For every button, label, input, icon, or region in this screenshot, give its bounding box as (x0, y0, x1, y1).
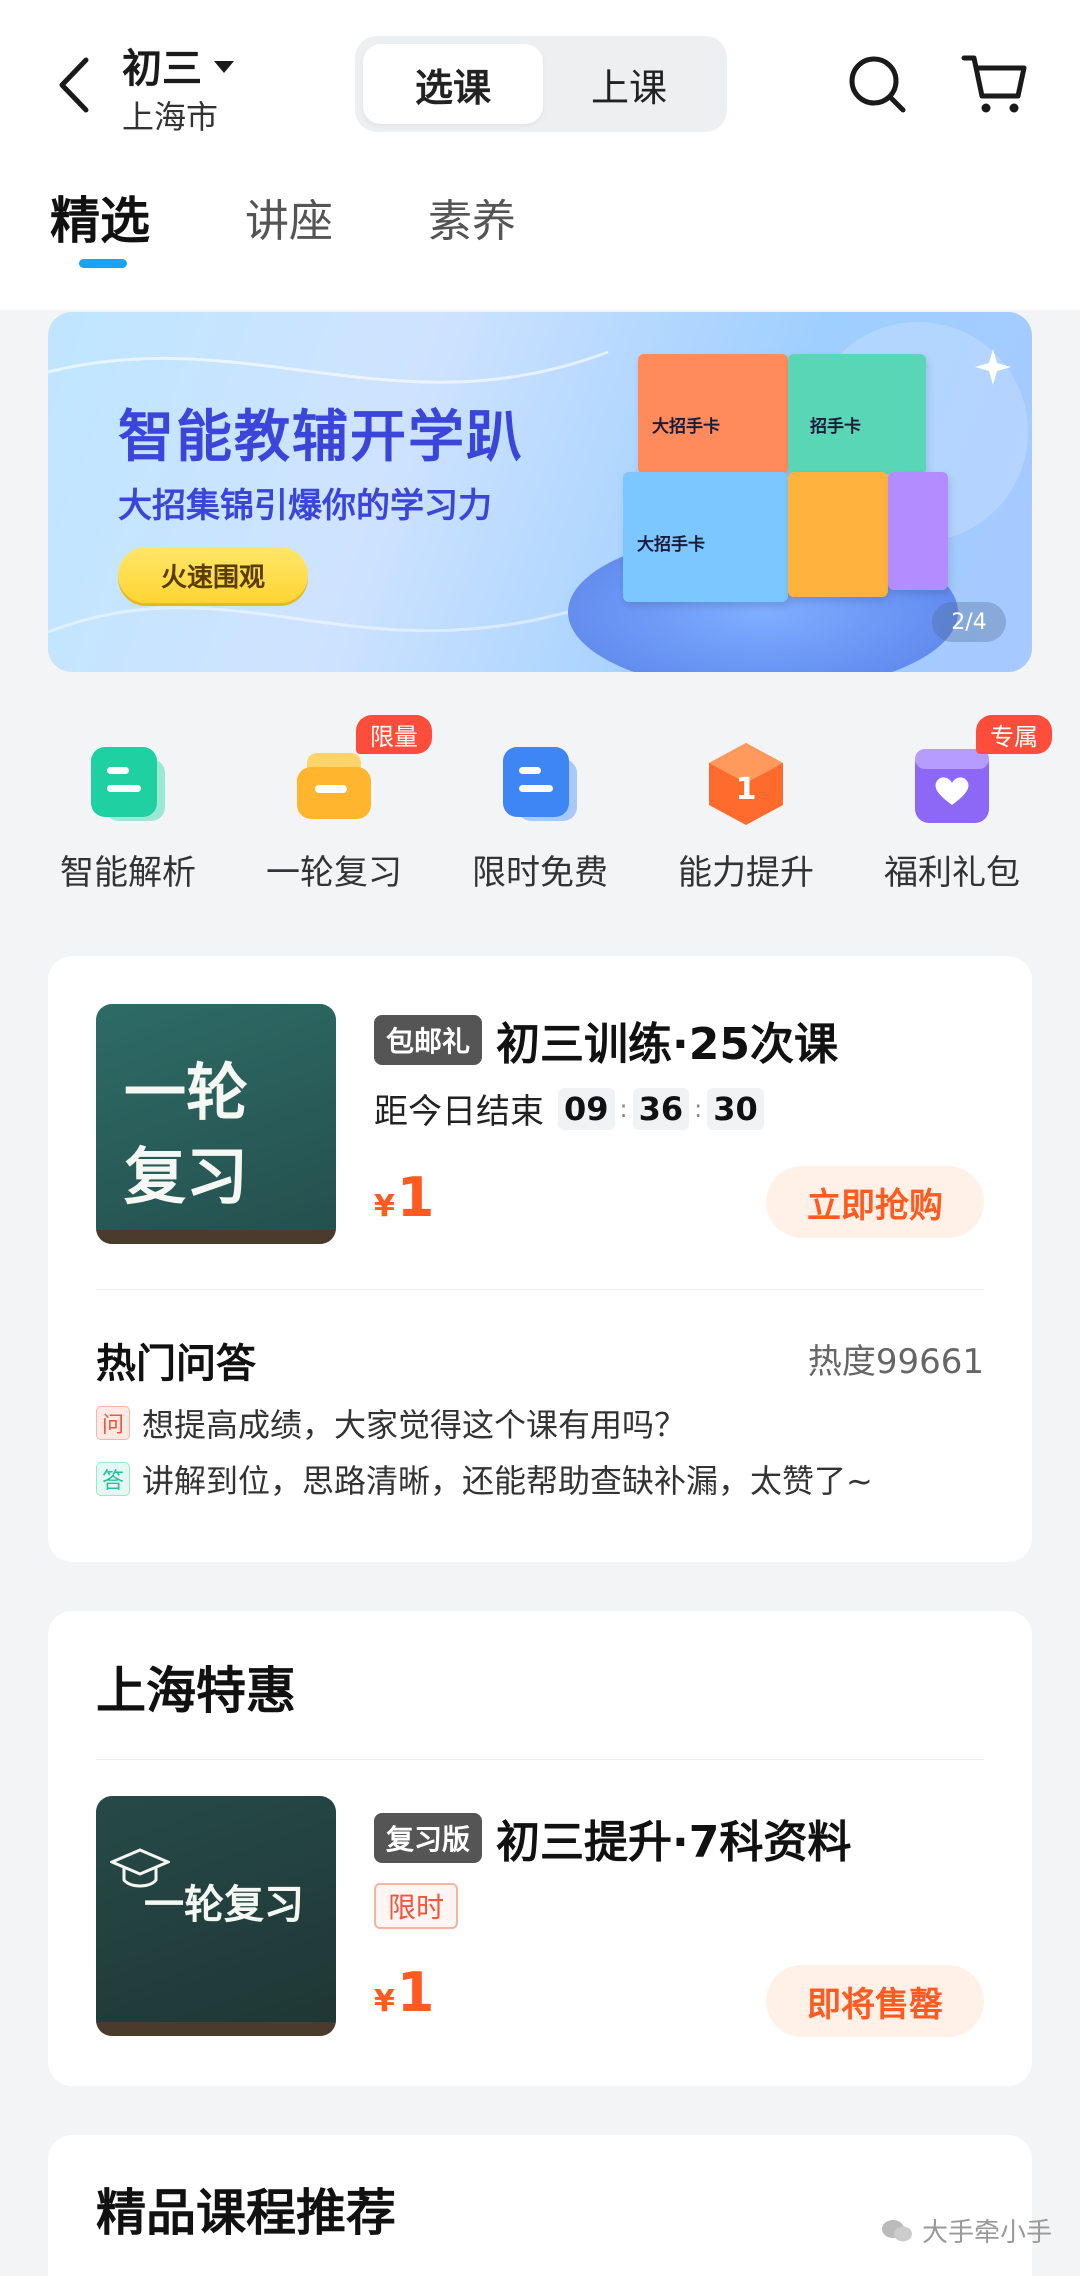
sparkle-icon (975, 349, 1011, 385)
course-price: ¥1 (374, 1166, 435, 1229)
material-price: ¥1 (374, 1961, 435, 2024)
section-title: 上海特惠 (96, 1662, 296, 1720)
grade-selector[interactable]: 初三 (122, 36, 234, 94)
caret-down-icon (214, 61, 234, 73)
course-title: 初三训练·25次课 (496, 1019, 838, 1070)
segment-select-course[interactable]: 选课 (363, 44, 543, 124)
hexagon-one-icon: 1 (701, 739, 791, 829)
watermark: 大手牵小手 (880, 2212, 1052, 2249)
qa-question[interactable]: 问 想提高成绩，大家觉得这个课有用吗？ (96, 1400, 686, 1446)
section-title: 精品课程推荐 (96, 2184, 396, 2242)
sell-out-soon-button[interactable]: 即将售罄 (766, 1965, 984, 2037)
product-box-yellow (788, 472, 888, 597)
limited-row: 限时 (374, 1883, 459, 1929)
countdown-minutes: 36 (632, 1087, 690, 1130)
material-title: 初三提升·7科资料 (496, 1817, 852, 1868)
question-text: 想提高成绩，大家觉得这个课有用吗？ (142, 1406, 687, 1444)
quick-entry-grid: 智能解析 一轮复习 限量 限时免费 1 能力提升 福利礼包 专属 (0, 715, 1080, 895)
segment-attend-class[interactable]: 上课 (539, 44, 719, 124)
grade-label: 初三 (122, 46, 202, 92)
limited-time-tag: 限时 (374, 1883, 459, 1929)
cart-button[interactable] (960, 52, 1030, 116)
city-label[interactable]: 上海市 (122, 92, 218, 138)
material-title-row: 复习版 初三提升·7科资料 (374, 1806, 851, 1870)
tab-literacy[interactable]: 素养 (428, 185, 516, 253)
banner-page-indicator: 2/4 (932, 602, 1006, 642)
product-box-purple (888, 472, 948, 590)
countdown-label: 距今日结束 (374, 1092, 544, 1132)
cart-icon (961, 55, 1027, 113)
back-button[interactable] (50, 50, 100, 120)
quick-entry-ability-boost[interactable]: 1 能力提升 (646, 715, 846, 894)
course-card[interactable]: 一轮 复习 包邮礼 初三训练·25次课 距今日结束 09 : 36 : 30 ¥… (48, 956, 1032, 1562)
shanghai-deals-card: 上海特惠 一轮复习 复习版 初三提升·7科资料 限时 ¥1 即将售罄 (48, 1611, 1032, 2086)
course-thumbnail: 一轮 复习 (96, 1004, 336, 1244)
countdown-row: 距今日结束 09 : 36 : 30 (374, 1084, 764, 1133)
tab-featured[interactable]: 精选 (50, 181, 150, 268)
product-box-green: 招手卡 (788, 354, 926, 474)
course-title-row: 包邮礼 初三训练·25次课 (374, 1008, 838, 1072)
answer-text: 讲解到位，思路清晰，还能帮助查缺补漏，太赞了~ (142, 1462, 873, 1500)
hot-qa-title: 热门问答 (96, 1341, 256, 1387)
quick-entry-free-trial[interactable]: 限时免费 (440, 715, 640, 894)
recommend-card: 精品课程推荐 (48, 2135, 1032, 2276)
banner-title: 智能教辅开学趴 (118, 405, 524, 470)
exclusive-badge: 专属 (976, 715, 1052, 754)
free-shipping-tag: 包邮礼 (374, 1015, 483, 1065)
promo-banner[interactable]: 智能教辅开学趴 大招集锦引爆你的学习力 火速围观 大招手卡 招手卡 大招手卡 2… (48, 312, 1032, 672)
banner-subtitle: 大招集锦引爆你的学习力 (118, 486, 492, 526)
countdown-seconds: 30 (707, 1087, 764, 1130)
quick-entry-gift-pack[interactable]: 福利礼包 专属 (852, 715, 1052, 894)
product-box-orange: 大招手卡 (638, 354, 788, 474)
top-header: 初三 上海市 选课 上课 精选 讲座 素养 (0, 0, 1080, 310)
mode-segmented-control: 选课 上课 (355, 36, 727, 132)
svg-text:1: 1 (736, 772, 757, 807)
review-edition-tag: 复习版 (374, 1813, 483, 1863)
tab-lectures[interactable]: 讲座 (245, 185, 333, 253)
wechat-icon (881, 2219, 912, 2241)
buy-now-button[interactable]: 立即抢购 (766, 1166, 984, 1238)
countdown-hours: 09 (558, 1087, 615, 1130)
question-mark-icon: 问 (96, 1406, 130, 1440)
quick-entry-label: 智能解析 (60, 853, 196, 893)
search-icon (849, 56, 906, 113)
chevron-left-icon (59, 57, 89, 113)
quick-entry-label: 限时免费 (472, 853, 608, 893)
quick-entry-label: 能力提升 (678, 853, 814, 893)
quick-entry-first-review[interactable]: 一轮复习 限量 (234, 715, 434, 894)
divider (96, 1289, 984, 1290)
quick-entry-label: 一轮复习 (266, 853, 402, 893)
material-thumbnail[interactable]: 一轮复习 (96, 1796, 336, 2036)
document-icon (83, 739, 173, 829)
answer-mark-icon: 答 (96, 1462, 130, 1496)
banner-cta-button[interactable]: 火速围观 (118, 547, 308, 603)
quick-entry-smart-analysis[interactable]: 智能解析 (28, 715, 228, 894)
product-box-blue: 大招手卡 (623, 472, 788, 602)
document-icon (495, 739, 585, 829)
divider (96, 1759, 984, 1760)
qa-answer[interactable]: 答 讲解到位，思路清晰，还能帮助查缺补漏，太赞了~ (96, 1456, 873, 1502)
qa-heat-count: 热度99661 (807, 1342, 984, 1382)
search-button[interactable] (845, 52, 909, 116)
category-tabs: 精选 讲座 素养 (50, 185, 611, 268)
limited-badge: 限量 (356, 715, 432, 754)
quick-entry-label: 福利礼包 (884, 853, 1020, 893)
